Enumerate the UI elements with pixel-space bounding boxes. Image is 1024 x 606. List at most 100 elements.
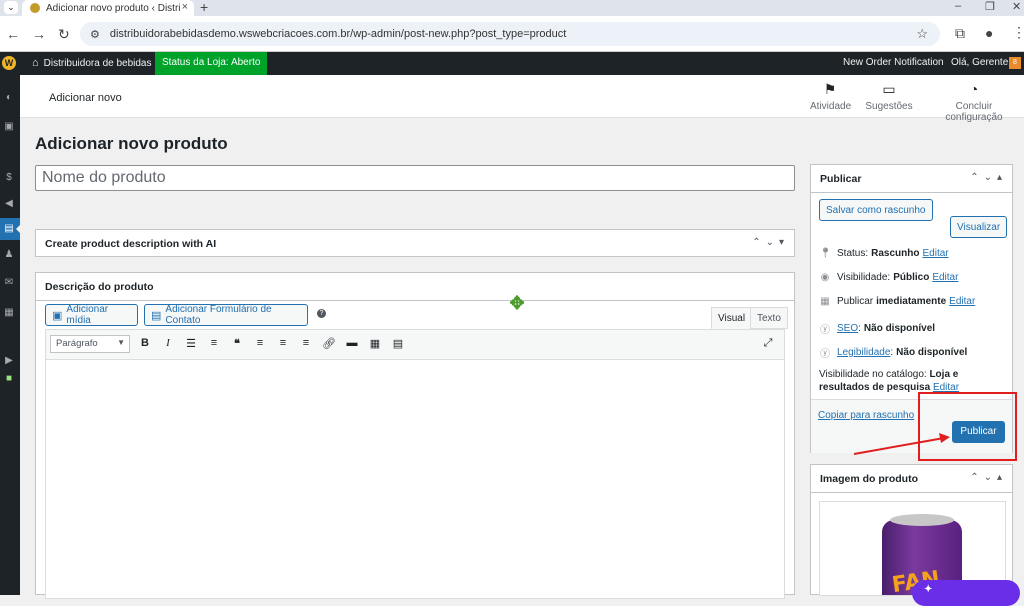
product-image-title: Imagem do produto bbox=[820, 472, 918, 485]
ai-description-title: Create product description with AI bbox=[45, 238, 217, 250]
browser-tab[interactable]: Adicionar novo produto ‹ Distri × bbox=[22, 0, 194, 16]
user-greeting-link[interactable]: Olá, Gerente bbox=[951, 57, 1008, 68]
numbered-list-icon[interactable]: ≡ bbox=[207, 337, 221, 349]
eye-icon: ◉ bbox=[820, 272, 830, 283]
product-name-input[interactable]: Nome do produto bbox=[35, 165, 795, 191]
progress-icon: ◔ bbox=[969, 81, 979, 97]
read-more-icon[interactable]: ▬ bbox=[345, 337, 359, 349]
move-cursor-icon: ✥ bbox=[509, 293, 525, 313]
admin-side-menu: ◐ ▣ ▤ $ ◀ ♟ ✉ ▦ ▶ ■ bbox=[0, 75, 21, 595]
box-arrows-icon[interactable]: ⌃⌄▾ bbox=[752, 237, 789, 248]
calendar-icon: ▦ bbox=[820, 296, 830, 307]
bullet-list-icon[interactable]: ☰ bbox=[184, 337, 198, 350]
close-tab-icon[interactable]: × bbox=[182, 1, 188, 13]
wordpress-logo-icon[interactable]: W bbox=[2, 56, 16, 70]
suggestions-button[interactable]: ▭ Sugestões bbox=[865, 81, 913, 112]
woocommerce-icon[interactable]: ▣ bbox=[2, 121, 16, 133]
home-icon: ⌂ bbox=[32, 57, 39, 69]
format-select[interactable]: Parágrafo ▼ bbox=[50, 335, 130, 353]
dashboard-icon[interactable]: ◐ bbox=[2, 92, 16, 104]
tools-icon[interactable]: ▦ bbox=[2, 307, 16, 319]
box-arrows-icon[interactable]: ⌃⌄▴ bbox=[970, 172, 1007, 183]
visibility-value: Público bbox=[893, 272, 930, 283]
users-icon[interactable]: ♟ bbox=[2, 249, 16, 261]
toolbar-toggle-icon[interactable]: ▤ bbox=[391, 337, 405, 350]
status-label: Status: bbox=[837, 248, 869, 259]
box-arrows-icon[interactable]: ⌃⌄▴ bbox=[970, 472, 1007, 483]
product-image-box: Imagem do produto ⌃⌄▴ FAN bbox=[810, 464, 1013, 596]
edit-publish-time-link[interactable]: Editar bbox=[949, 296, 975, 307]
tab-visual[interactable]: Visual bbox=[711, 307, 753, 329]
play-icon[interactable]: ▶ bbox=[2, 355, 16, 367]
new-tab-button[interactable]: + bbox=[200, 0, 208, 15]
minimize-icon[interactable]: – bbox=[955, 0, 961, 12]
ai-description-header[interactable]: Create product description with AI bbox=[36, 230, 794, 258]
close-window-icon[interactable]: ✕ bbox=[1012, 0, 1021, 13]
payments-icon[interactable]: $ bbox=[2, 172, 16, 184]
browser-menu-icon[interactable]: ⋮ bbox=[1012, 24, 1024, 41]
description-editor[interactable] bbox=[45, 359, 785, 599]
woocommerce-header: Adicionar novo ⚑ Atividade ▭ Sugestões ◔… bbox=[20, 75, 1024, 123]
publish-title: Publicar bbox=[820, 172, 862, 185]
add-media-button[interactable]: ▣ Adicionar mídia bbox=[45, 304, 138, 326]
avatar[interactable]: 8 bbox=[1009, 57, 1021, 69]
marketing-icon[interactable]: ◀ bbox=[2, 198, 16, 210]
floating-chat-button[interactable]: ✦ bbox=[912, 580, 1020, 606]
add-contact-form-button[interactable]: ▤ Adicionar Formulário de Contato bbox=[144, 304, 308, 326]
status-dot-icon: ■ bbox=[5, 373, 13, 384]
site-info-icon[interactable]: ⚙ bbox=[90, 28, 100, 41]
active-menu-notch bbox=[16, 224, 21, 234]
align-left-icon[interactable]: ≡ bbox=[253, 337, 267, 349]
align-right-icon[interactable]: ≡ bbox=[299, 337, 313, 349]
bookmark-star-icon[interactable]: ☆ bbox=[916, 26, 928, 42]
tab-search-button[interactable]: ⌄ bbox=[4, 1, 18, 14]
form-icon: ▤ bbox=[151, 309, 162, 322]
extensions-icon[interactable]: ⧉ bbox=[955, 25, 965, 42]
new-order-notification-link[interactable]: New Order Notification bbox=[843, 57, 944, 68]
url-input[interactable]: ⚙ distribuidorabebidasdemo.wswebcriacoes… bbox=[80, 22, 940, 46]
page-title: Adicionar novo produto bbox=[35, 134, 228, 153]
store-status-badge[interactable]: Status da Loja: Aberto bbox=[155, 52, 268, 75]
yoast-icon: ⓨ bbox=[820, 325, 830, 336]
save-draft-button[interactable]: Salvar como rascunho bbox=[819, 199, 933, 221]
align-center-icon[interactable]: ≡ bbox=[276, 337, 290, 349]
site-favicon-icon bbox=[30, 3, 40, 13]
preview-button[interactable]: Visualizar bbox=[950, 216, 1008, 238]
edit-visibility-link[interactable]: Editar bbox=[932, 272, 958, 283]
site-name-link[interactable]: ⌂ Distribuidora de bebidas bbox=[32, 57, 152, 69]
activity-button[interactable]: ⚑ Atividade bbox=[810, 81, 851, 112]
seo-row: ⓨ SEO : Não disponível bbox=[820, 323, 936, 336]
blockquote-icon[interactable]: ❝ bbox=[230, 337, 244, 350]
description-title: Descrição do produto bbox=[45, 280, 154, 293]
profile-icon[interactable]: ● bbox=[985, 25, 993, 41]
italic-icon[interactable]: I bbox=[161, 337, 175, 349]
link-icon[interactable]: 🔗︎ bbox=[322, 337, 336, 350]
reload-icon[interactable]: ↻ bbox=[58, 26, 70, 43]
finish-setup-button[interactable]: ◔ Concluir configuração bbox=[926, 81, 1022, 123]
bold-icon[interactable]: B bbox=[138, 337, 152, 349]
catalog-label: Visibilidade no catálogo: bbox=[819, 369, 927, 380]
seo-link[interactable]: SEO bbox=[837, 323, 858, 334]
visibility-row: ◉ Visibilidade: Público Editar bbox=[819, 272, 959, 283]
ai-description-box: Create product description with AI ⌃⌄▾ bbox=[35, 229, 795, 257]
products-icon[interactable]: ▤ bbox=[2, 223, 16, 235]
flag-icon: ⚑ bbox=[823, 81, 837, 97]
fullscreen-icon[interactable]: ⤢ bbox=[761, 337, 775, 350]
megaphone-icon[interactable]: ✉ bbox=[2, 277, 16, 289]
help-icon[interactable]: ? bbox=[317, 309, 326, 318]
suggestions-label: Sugestões bbox=[865, 101, 913, 112]
add-contact-form-label: Adicionar Formulário de Contato bbox=[165, 304, 272, 326]
pin-icon: 📍︎ bbox=[819, 248, 832, 259]
publish-time-value: imediatamente bbox=[876, 296, 947, 307]
maximize-icon[interactable]: ❐ bbox=[985, 0, 995, 13]
legibility-link[interactable]: Legibilidade bbox=[837, 347, 890, 358]
tab-text[interactable]: Texto bbox=[750, 307, 788, 329]
legibility-value: Não disponível bbox=[896, 347, 968, 358]
media-icon: ▣ bbox=[52, 309, 63, 322]
keyboard-icon[interactable]: ▦ bbox=[368, 337, 382, 350]
address-bar: ← → ↻ ⚙ distribuidorabebidasdemo.wswebcr… bbox=[0, 16, 1024, 52]
back-icon[interactable]: ← bbox=[6, 26, 20, 42]
edit-status-link[interactable]: Editar bbox=[922, 248, 948, 259]
catalog-visibility: Visibilidade no catálogo: Loja e resulta… bbox=[819, 368, 1004, 394]
forward-icon[interactable]: → bbox=[32, 26, 46, 42]
